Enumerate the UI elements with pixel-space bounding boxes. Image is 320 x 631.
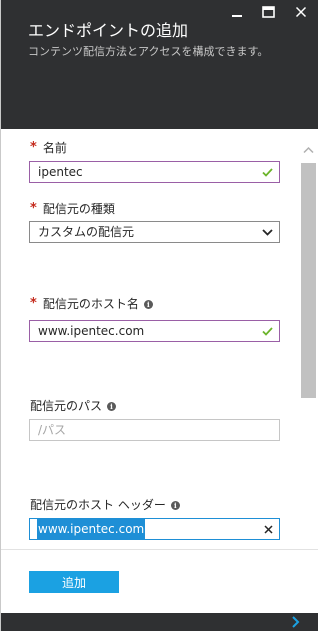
name-input-value: ipentec <box>38 165 83 179</box>
origin-type-label: * 配信元の種類 <box>30 201 115 217</box>
chevron-down-icon <box>262 222 273 242</box>
blade-subtitle: コンテンツ配信方法とアクセスを構成できます。 <box>28 45 269 58</box>
blade-footer <box>1 613 318 631</box>
clear-icon[interactable] <box>264 519 273 539</box>
origin-path-label: 配信元のパス i <box>30 399 117 413</box>
blade-header: エンドポイントの追加 コンテンツ配信方法とアクセスを構成できます。 <box>1 0 318 129</box>
maximize-button[interactable] <box>259 4 277 20</box>
origin-host-header-input[interactable]: www.ipentec.com <box>29 518 280 540</box>
minimize-icon <box>232 15 242 17</box>
add-button[interactable]: 追加 <box>29 571 119 593</box>
origin-host-input[interactable]: www.ipentec.com <box>29 320 280 342</box>
origin-host-label-text: 配信元のホスト名 <box>42 297 139 311</box>
maximize-icon <box>261 6 275 18</box>
origin-type-label-text: 配信元の種類 <box>42 202 115 216</box>
origin-host-header-label-text: 配信元のホスト ヘッダー <box>30 498 166 512</box>
origin-type-value: カスタムの配信元 <box>38 225 135 239</box>
name-label: * 名前 <box>30 140 67 156</box>
scrollbar-thumb[interactable] <box>301 163 316 398</box>
add-endpoint-blade: エンドポイントの追加 コンテンツ配信方法とアクセスを構成できます。 * 名前 i… <box>0 0 318 631</box>
check-icon <box>262 162 273 182</box>
origin-host-header-label: 配信元のホスト ヘッダー i <box>30 498 180 512</box>
origin-path-input[interactable]: /パス <box>29 419 280 441</box>
origin-path-placeholder: /パス <box>38 423 67 437</box>
info-icon[interactable]: i <box>107 401 117 411</box>
info-icon[interactable]: i <box>170 500 180 510</box>
required-mark: * <box>30 296 37 311</box>
action-divider <box>1 549 318 550</box>
required-mark: * <box>30 201 37 216</box>
scroll-up-icon[interactable] <box>303 146 314 154</box>
close-button[interactable] <box>292 4 310 20</box>
name-input[interactable]: ipentec <box>29 161 280 183</box>
minimize-button[interactable] <box>228 4 246 20</box>
vertical-scrollbar[interactable] <box>299 143 318 538</box>
origin-host-header-value: www.ipentec.com <box>37 519 146 539</box>
name-label-text: 名前 <box>42 141 67 155</box>
info-icon[interactable]: i <box>143 299 153 309</box>
origin-host-value: www.ipentec.com <box>38 324 145 338</box>
required-mark: * <box>30 140 37 155</box>
origin-host-label: * 配信元のホスト名 i <box>30 297 153 311</box>
check-icon <box>262 321 273 341</box>
blade-title: エンドポイントの追加 <box>28 21 189 40</box>
origin-path-label-text: 配信元のパス <box>30 399 103 413</box>
origin-type-select[interactable]: カスタムの配信元 <box>29 221 280 243</box>
close-icon <box>295 6 307 18</box>
blade-content: * 名前 ipentec * 配信元の種類 カスタムの配信元 * 配信元のホスト… <box>1 129 318 613</box>
chevron-right-icon[interactable] <box>291 616 300 628</box>
